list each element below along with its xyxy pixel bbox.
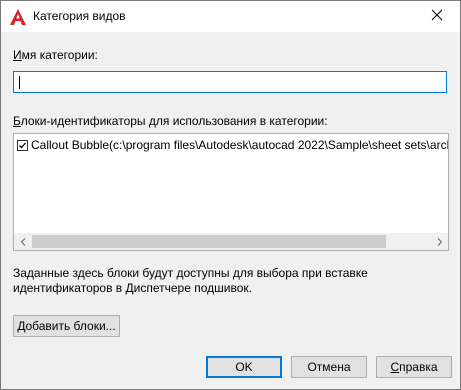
ok-button[interactable]: OK <box>206 356 282 378</box>
item-checkbox[interactable] <box>17 139 28 151</box>
blocks-label: Блоки-идентификаторы для использования в… <box>13 114 328 128</box>
close-icon <box>431 9 443 24</box>
category-name-input[interactable] <box>13 71 447 93</box>
list-item[interactable]: Callout Bubble(c:\program files\Autodesk… <box>17 137 449 153</box>
chevron-left-icon <box>20 237 25 246</box>
title-bar: Категория видов <box>1 1 460 32</box>
checkmark-icon <box>19 142 26 148</box>
category-name-label: Имя категории: <box>13 48 98 62</box>
blocks-listbox[interactable]: Callout Bubble(c:\program files\Autodesk… <box>13 133 449 251</box>
dialog-window: Категория видов Имя категории: Блоки-иде… <box>0 0 461 390</box>
chevron-right-icon <box>437 237 442 246</box>
autocad-icon <box>9 8 27 26</box>
horizontal-scrollbar[interactable] <box>14 233 448 250</box>
info-text: Заданные здесь блоки будут доступны для … <box>13 266 368 295</box>
scroll-left-button[interactable] <box>14 233 31 250</box>
item-label: Callout Bubble(c:\program files\Autodesk… <box>31 138 449 152</box>
text-caret <box>19 76 20 89</box>
cancel-button[interactable]: Отмена <box>291 356 367 378</box>
close-button[interactable] <box>414 1 460 32</box>
scroll-right-button[interactable] <box>431 233 448 250</box>
add-blocks-button[interactable]: Добавить блоки... <box>13 315 120 337</box>
window-title: Категория видов <box>33 9 126 23</box>
help-button[interactable]: Справка <box>376 356 452 378</box>
scrollbar-thumb[interactable] <box>32 235 386 248</box>
